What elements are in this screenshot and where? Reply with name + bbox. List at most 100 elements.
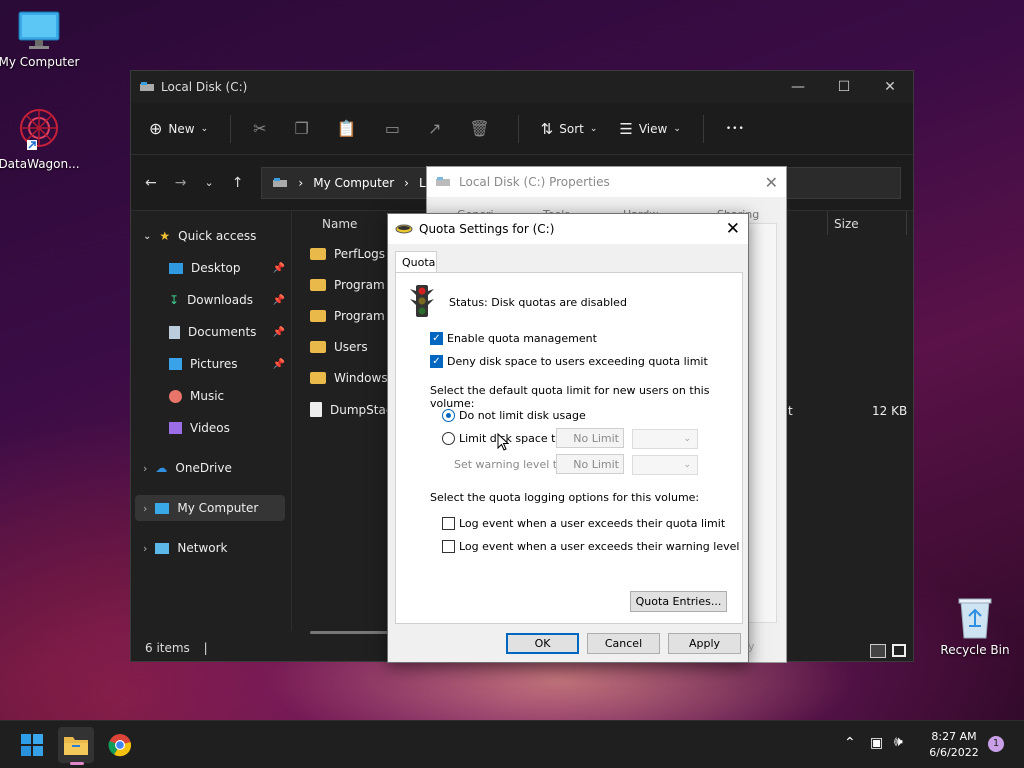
back-arrow-icon[interactable]: ← — [145, 175, 157, 191]
paste-icon[interactable]: 📋 — [337, 119, 357, 138]
folder-icon — [310, 341, 326, 353]
file-name: PerfLogs — [334, 247, 386, 261]
radio-selected — [442, 409, 455, 422]
explorer-toolbar: ⊕ New ⌄ ✂ ❐ 📋 ▭ ↗ 🗑 ⇅ Sort ⌄ ☰ View ⌄ ••… — [131, 103, 913, 155]
quota-status: Status: Disk quotas are disabled — [449, 296, 627, 309]
clock-date: 6/6/2022 — [929, 746, 979, 759]
toolbar-divider — [702, 114, 704, 143]
log-warning-level-checkbox[interactable]: Log event when a user exceeds their warn… — [442, 540, 739, 553]
column-header-size[interactable]: Size — [834, 217, 859, 231]
desktop-icon-label: My Computer — [0, 55, 80, 69]
plus-circle-icon: ⊕ — [149, 119, 163, 138]
sidebar-item-my-computer[interactable]: › My Computer — [135, 495, 285, 521]
chevron-down-icon: ⌄ — [589, 123, 598, 134]
file-row[interactable]: Program Fi — [310, 309, 398, 323]
download-icon: ↧ — [169, 293, 180, 307]
file-row[interactable]: Windows — [310, 371, 388, 385]
close-icon[interactable]: ✕ — [765, 173, 778, 192]
sidebar-item-pictures[interactable]: Pictures 📌 — [135, 351, 285, 377]
pin-icon: 📌 — [272, 294, 285, 306]
file-row[interactable]: PerfLogs — [310, 247, 385, 261]
log-quota-limit-checkbox[interactable]: Log event when a user exceeds their quot… — [442, 517, 725, 530]
sidebar-item-music[interactable]: Music — [135, 383, 285, 409]
details-view-toggle[interactable] — [870, 644, 886, 658]
limit-value-field[interactable]: No Limit — [556, 428, 624, 448]
chevron-down-icon: ⌄ — [683, 434, 691, 444]
start-button[interactable] — [14, 727, 50, 763]
chrome-icon — [108, 734, 132, 757]
quota-settings-dialog: Quota Settings for (C:) ✕ Quota Status: … — [387, 213, 749, 663]
tab-quota[interactable]: Quota — [395, 251, 437, 273]
cancel-button[interactable]: Cancel — [587, 633, 660, 654]
chrome-taskbar-button[interactable] — [102, 727, 138, 763]
chevron-down-icon: ⌄ — [673, 123, 681, 134]
ok-button[interactable]: OK — [506, 633, 579, 654]
notification-badge[interactable]: 1 — [988, 736, 1004, 752]
properties-titlebar[interactable]: Local Disk (C:) Properties ✕ — [427, 167, 786, 197]
folder-icon — [310, 279, 326, 291]
forward-arrow-icon[interactable]: → — [175, 175, 187, 191]
system-clock[interactable]: 8:27 AM 6/6/2022 — [922, 729, 986, 761]
desktop-icon-my-computer[interactable]: My Computer — [0, 10, 82, 69]
new-button[interactable]: ⊕ New ⌄ — [149, 119, 208, 138]
warning-value-field[interactable]: No Limit — [556, 454, 624, 474]
maximize-button[interactable]: ☐ — [821, 79, 867, 95]
share-icon[interactable]: ↗ — [428, 119, 441, 138]
quota-entries-button[interactable]: Quota Entries... — [630, 591, 727, 612]
recycle-bin-icon — [958, 598, 992, 639]
enable-quota-checkbox[interactable]: ✓ Enable quota management — [430, 332, 597, 345]
network-status-icon[interactable]: ▣ — [870, 735, 883, 751]
file-row[interactable]: Program Fi — [310, 278, 398, 292]
pin-icon: 📌 — [272, 358, 285, 370]
datawagon-logo-icon — [20, 109, 58, 150]
copy-icon[interactable]: ❐ — [295, 119, 309, 138]
desktop-icon-label: DataWagon... — [0, 157, 80, 171]
close-button[interactable]: ✕ — [867, 79, 913, 95]
sidebar-item-onedrive[interactable]: › ☁ OneDrive — [135, 455, 285, 481]
quota-title: Quota Settings for (C:) — [419, 222, 555, 236]
delete-icon[interactable]: 🗑 — [469, 119, 489, 138]
sidebar-item-desktop[interactable]: Desktop 📌 — [135, 255, 285, 281]
close-icon[interactable]: ✕ — [726, 219, 740, 239]
no-limit-radio[interactable]: Do not limit disk usage — [442, 409, 586, 422]
sidebar-label: Network — [177, 541, 228, 555]
recent-chevron-icon[interactable]: ⌄ — [204, 176, 213, 189]
item-count: 6 items — [145, 641, 190, 655]
folder-icon — [310, 372, 326, 384]
sidebar-item-downloads[interactable]: ↧ Downloads 📌 — [135, 287, 285, 313]
windows-logo-icon — [21, 734, 43, 756]
apply-button[interactable]: Apply — [668, 633, 741, 654]
file-row[interactable]: Users — [310, 340, 368, 354]
sidebar-item-network[interactable]: › Network — [135, 535, 285, 561]
chevron-down-icon: ⌄ — [683, 460, 691, 470]
desktop-icon-recycle-bin[interactable]: Recycle Bin — [932, 596, 1018, 657]
column-header-name[interactable]: Name — [322, 217, 357, 231]
file-row[interactable]: DumpStack — [310, 402, 399, 417]
drive-icon — [436, 177, 450, 186]
limit-unit-select[interactable]: ⌄ — [632, 429, 698, 449]
desktop-icon-datawagon[interactable]: DataWagon... — [0, 106, 82, 171]
chevron-right-icon: › — [143, 461, 148, 475]
cut-icon[interactable]: ✂ — [253, 119, 266, 138]
sidebar-item-videos[interactable]: Videos — [135, 415, 285, 441]
file-explorer-taskbar-button[interactable] — [58, 727, 94, 765]
new-label: New — [168, 121, 195, 136]
sidebar-item-quick-access[interactable]: ⌄ ★ Quick access — [135, 223, 285, 249]
quota-titlebar[interactable]: Quota Settings for (C:) ✕ — [388, 214, 748, 244]
sidebar-item-documents[interactable]: Documents 📌 — [135, 319, 285, 345]
minimize-button[interactable]: — — [775, 79, 821, 95]
sort-button[interactable]: ⇅ Sort ⌄ — [541, 120, 598, 138]
view-button[interactable]: ☰ View ⌄ — [619, 120, 680, 138]
tiles-view-toggle[interactable] — [892, 644, 906, 657]
volume-icon[interactable]: 🕪 — [894, 734, 903, 750]
warning-unit-select[interactable]: ⌄ — [632, 455, 698, 475]
chevron-up-icon[interactable]: ⌃ — [844, 735, 856, 751]
chevron-down-icon: ⌄ — [143, 230, 152, 242]
radio-unselected — [442, 432, 455, 445]
deny-disk-space-checkbox[interactable]: ✓ Deny disk space to users exceeding quo… — [430, 355, 708, 368]
breadcrumb-my-computer[interactable]: My Computer — [313, 176, 394, 190]
explorer-titlebar[interactable]: Local Disk (C:) — ☐ ✕ — [131, 71, 913, 103]
more-options-button[interactable]: ••• — [726, 124, 745, 134]
up-arrow-icon[interactable]: ↑ — [232, 175, 244, 191]
rename-icon[interactable]: ▭ — [385, 119, 400, 138]
